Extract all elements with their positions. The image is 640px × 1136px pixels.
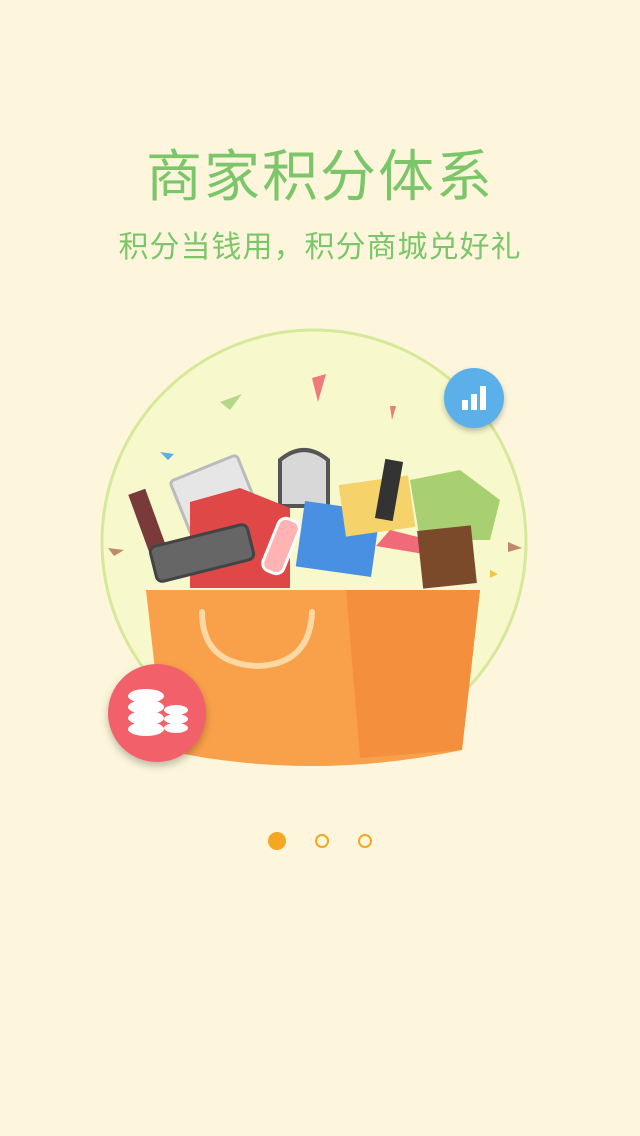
coins-badge (108, 664, 206, 762)
kettle-item (278, 448, 330, 508)
basket-side (346, 590, 480, 758)
page-dot-2[interactable] (315, 833, 329, 848)
stats-badge (444, 368, 504, 428)
page-indicator[interactable] (0, 830, 640, 850)
page-dot-1[interactable] (267, 831, 286, 850)
card-item (338, 475, 416, 537)
coins-stack-icon (128, 689, 188, 736)
onboarding-title: 商家积分体系 (146, 145, 494, 210)
handbag-item (417, 525, 477, 589)
page-dot-3[interactable] (358, 833, 373, 848)
bar-chart-icon (462, 386, 486, 410)
onboarding-subtitle: 积分当钱用，积分商城兑好礼 (118, 230, 522, 265)
